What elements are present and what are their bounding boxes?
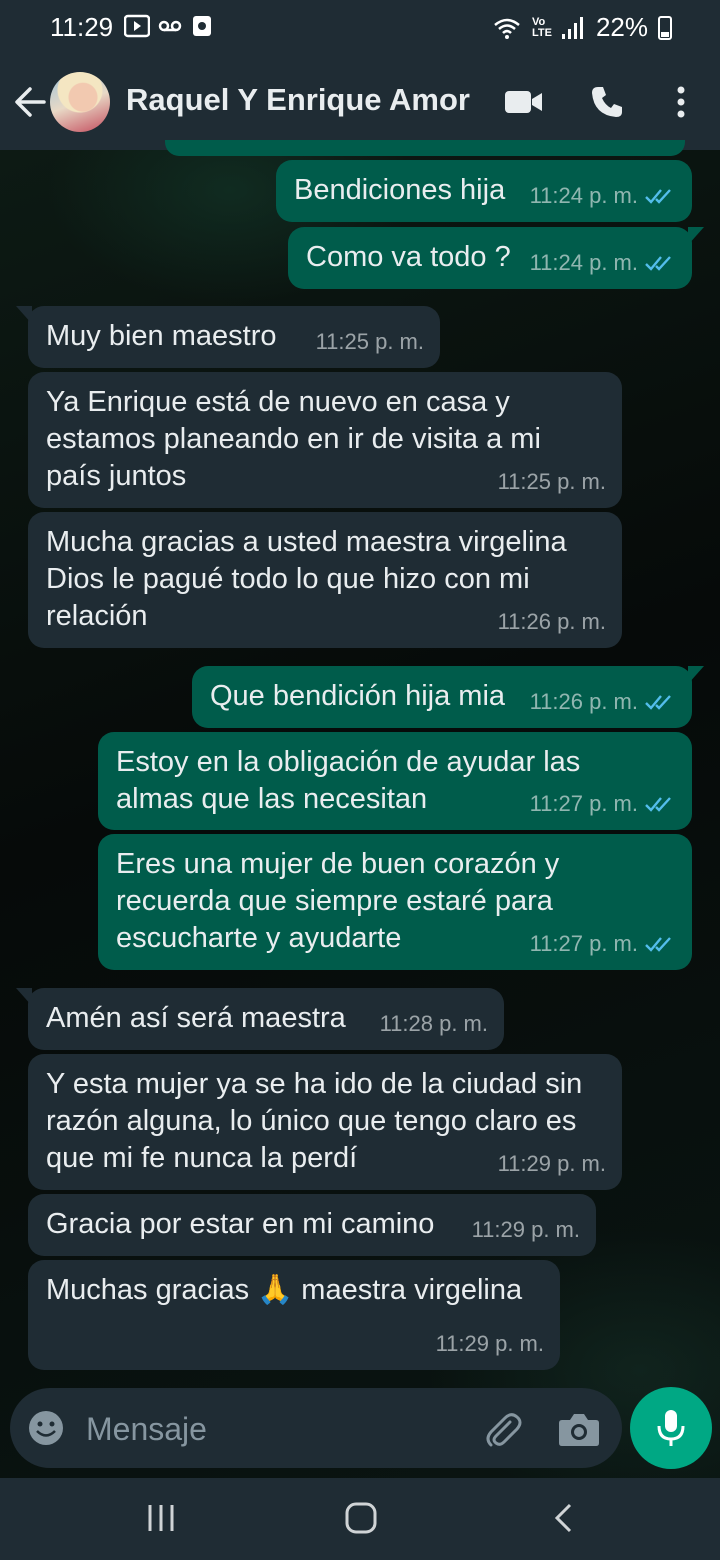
message-bubble-outgoing[interactable]: Como va todo ? 11:24 p. m. [288, 227, 704, 289]
message-text: Muchas gracias 🙏 maestra virgelina [46, 1274, 523, 1306]
message-meta: 11:27 p. m. [530, 925, 676, 962]
message-time: 11:25 p. m. [497, 469, 606, 494]
message-meta: 11:24 p. m. [530, 244, 676, 281]
message-meta: 11:29 p. m. [472, 1211, 580, 1248]
message-bubble-incoming[interactable]: Amén así será maestra 11:28 p. m. [16, 988, 504, 1050]
message-time: 11:27 p. m. [529, 931, 638, 956]
message-meta: 11:29 p. m. [498, 1145, 606, 1182]
signal-icon [561, 16, 583, 39]
message-time: 11:26 p. m. [529, 689, 638, 714]
message-time: 11:29 p. m. [435, 1331, 544, 1356]
voice-message-button[interactable] [630, 1387, 712, 1469]
message-bubble-incoming[interactable]: Muy bien maestro 11:25 p. m. [16, 306, 440, 368]
more-options-button[interactable] [657, 78, 705, 126]
message-time: 11:29 p. m. [471, 1217, 580, 1242]
message-meta: 11:28 p. m. [380, 1005, 488, 1042]
back-button[interactable] [540, 1498, 586, 1538]
home-icon [345, 1502, 377, 1534]
message-time: 11:27 p. m. [529, 791, 638, 816]
read-ticks-icon [645, 255, 671, 271]
more-vertical-icon [677, 86, 685, 118]
previous-message-bubble [165, 140, 685, 156]
emoji-icon[interactable] [28, 1410, 64, 1446]
voice-call-button[interactable] [583, 78, 631, 126]
home-button[interactable] [338, 1498, 384, 1538]
message-meta: 11:29 p. m. [436, 1325, 544, 1362]
message-time: 11:24 p. m. [529, 183, 638, 208]
voicemail-icon [158, 20, 182, 32]
message-bubble-incoming[interactable]: Y esta mujer ya se ha ido de la ciudad s… [28, 1054, 622, 1190]
youtube-notification-icon [124, 14, 150, 38]
message-composer [10, 1388, 622, 1468]
camera-icon[interactable] [558, 1410, 600, 1448]
recent-apps-icon [148, 1505, 174, 1531]
message-bubble-incoming[interactable]: Mucha gracias a usted maestra virgelina … [28, 512, 622, 648]
message-bubble-outgoing[interactable]: Eres una mujer de buen corazón y recuerd… [98, 834, 692, 970]
read-ticks-icon [645, 694, 671, 710]
message-time: 11:29 p. m. [497, 1151, 606, 1176]
read-ticks-icon [645, 796, 671, 812]
message-bubble-outgoing[interactable]: Que bendición hija mia 11:26 p. m. [192, 666, 704, 728]
video-camera-icon [505, 91, 542, 113]
app-notification-icon [193, 16, 211, 36]
message-input[interactable] [84, 1408, 468, 1450]
status-bar: 11:29 Vo LTE 22% [0, 0, 720, 56]
back-chevron-icon [554, 1503, 572, 1533]
battery-icon [658, 15, 672, 40]
message-time: 11:24 p. m. [529, 250, 638, 275]
message-meta: 11:26 p. m. [498, 603, 606, 640]
status-time: 11:29 [50, 12, 114, 42]
contact-name[interactable]: Raquel Y Enrique Amor [126, 82, 470, 118]
message-meta: 11:27 p. m. [530, 785, 676, 822]
message-bubble-outgoing[interactable]: Estoy en la obligación de ayudar las alm… [98, 732, 692, 830]
network-label: Vo LTE [531, 15, 552, 39]
recent-apps-button[interactable] [138, 1498, 184, 1538]
message-meta: 11:25 p. m. [498, 463, 606, 500]
back-arrow-icon[interactable] [12, 82, 48, 122]
read-ticks-icon [645, 188, 671, 204]
video-call-button[interactable] [500, 78, 548, 126]
chat-header: Raquel Y Enrique Amor [0, 56, 720, 150]
attach-paperclip-icon[interactable] [480, 1408, 524, 1452]
message-meta: 11:26 p. m. [530, 683, 676, 720]
contact-avatar[interactable] [50, 72, 110, 132]
phone-icon [592, 87, 622, 117]
message-list[interactable]: Bendiciones hija 11:24 p. m. Como va tod… [0, 140, 720, 1385]
battery-percent: 22% [595, 12, 648, 42]
message-bubble-outgoing[interactable]: Bendiciones hija 11:24 p. m. [276, 160, 692, 222]
message-bubble-incoming[interactable]: Muchas gracias 🙏 maestra virgelina 11:29… [28, 1260, 560, 1370]
message-bubble-incoming[interactable]: Ya Enrique está de nuevo en casa y estam… [28, 372, 622, 508]
status-right: Vo LTE 22% [492, 12, 672, 43]
message-meta: 11:24 p. m. [530, 177, 676, 214]
message-time: 11:25 p. m. [315, 329, 424, 354]
read-ticks-icon [645, 936, 671, 952]
wifi-icon [494, 18, 520, 39]
system-navigation-bar [0, 1478, 720, 1560]
message-time: 11:26 p. m. [497, 609, 606, 634]
microphone-icon [657, 1410, 685, 1446]
message-meta: 11:25 p. m. [316, 323, 424, 360]
message-time: 11:28 p. m. [379, 1011, 488, 1036]
message-bubble-incoming[interactable]: Gracia por estar en mi camino 11:29 p. m… [28, 1194, 596, 1256]
